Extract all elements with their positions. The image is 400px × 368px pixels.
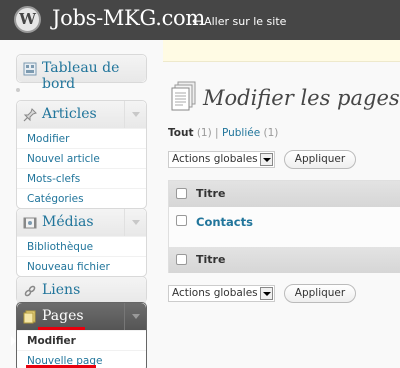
menu-liens-label: Liens: [42, 282, 81, 298]
admin-header: W Jobs-MKG.com ← Aller sur le site: [0, 0, 400, 40]
annotation-underline-pages: [38, 327, 85, 330]
dashboard-icon: [23, 62, 37, 76]
apply-button-top[interactable]: Appliquer: [284, 150, 356, 169]
bulk-actions-selected-value: Actions globales: [172, 153, 258, 165]
menu-articles-label: Articles: [42, 106, 97, 122]
apply-button-bottom[interactable]: Appliquer: [284, 284, 356, 303]
submenu-item-categories[interactable]: Catégories: [17, 188, 146, 208]
column-title-footer[interactable]: Titre: [196, 253, 225, 266]
select-all-checkbox-footer[interactable]: [176, 254, 187, 265]
bulk-actions-selected-value-bottom: Actions globales: [172, 287, 258, 299]
menu-dashboard-label: Tableau de bord: [42, 60, 120, 92]
table-header: Titre: [169, 181, 400, 207]
menu-pages: Pages Modifier Nouvelle page: [16, 302, 147, 368]
status-filters: Tout (1) | Publiée (1): [168, 127, 278, 139]
menu-articles: Articles Modifier Nouvel article Mots-cl…: [16, 100, 147, 209]
filter-all-link[interactable]: Tout: [168, 127, 193, 139]
site-title[interactable]: Jobs-MKG.com: [52, 6, 205, 30]
bulk-actions-bottom: Actions globales Appliquer: [168, 284, 400, 304]
submenu-item-modifier-articles[interactable]: Modifier: [17, 128, 146, 148]
admin-sidebar: Tableau de bord Articles Modifier Nouvel…: [0, 40, 163, 368]
menu-medias-toggle[interactable]: [124, 209, 146, 236]
menu-medias: Médias Bibliothèque Nouveau fichier: [16, 208, 147, 277]
main-content: Modifier les pages Tout (1) | Publiée (1…: [163, 62, 400, 368]
filter-separator: |: [215, 127, 219, 139]
menu-pages-head[interactable]: Pages: [17, 303, 146, 330]
select-all-checkbox[interactable]: [176, 188, 187, 199]
row-title-link[interactable]: Contacts: [196, 215, 253, 229]
wordpress-logo-icon[interactable]: W: [14, 6, 41, 33]
pages-icon: [23, 310, 36, 324]
menu-liens: Liens: [16, 276, 147, 304]
bulk-actions-top: Actions globales Appliquer: [168, 150, 400, 170]
left-arrow-icon: ←: [192, 14, 203, 28]
bulk-actions-select-bottom[interactable]: Actions globales: [168, 285, 275, 302]
submenu-item-mots-clefs[interactable]: Mots-clefs: [17, 168, 146, 188]
table-row: Contacts: [169, 207, 400, 247]
menu-dashboard-head[interactable]: Tableau de bord: [17, 55, 146, 92]
collapse-arrow-icon[interactable]: [16, 88, 20, 92]
current-page-marker: [11, 336, 16, 346]
menu-medias-label: Médias: [42, 214, 94, 230]
bulk-actions-select-top[interactable]: Actions globales: [168, 151, 275, 168]
pages-table: Titre Contacts Titre: [168, 180, 400, 273]
table-footer: Titre: [169, 247, 400, 273]
pin-icon: [23, 108, 37, 122]
visit-site-link[interactable]: ← Aller sur le site: [192, 14, 286, 28]
menu-liens-head[interactable]: Liens: [17, 277, 146, 304]
submenu-item-nouvel-article[interactable]: Nouvel article: [17, 148, 146, 168]
menu-medias-head[interactable]: Médias: [17, 209, 146, 236]
dropdown-arrow-icon[interactable]: [260, 287, 273, 300]
menu-dashboard[interactable]: Tableau de bord: [16, 54, 147, 92]
menu-articles-toggle[interactable]: [124, 101, 146, 128]
visit-site-label: Aller sur le site: [204, 15, 287, 28]
filter-published-link[interactable]: Publiée: [222, 127, 260, 139]
page-title: Modifier les pages: [203, 86, 400, 110]
page-stack-icon: [171, 81, 196, 111]
filter-all-count: (1): [196, 127, 212, 139]
dropdown-arrow-icon[interactable]: [260, 153, 273, 166]
menu-articles-head[interactable]: Articles: [17, 101, 146, 128]
link-icon: [24, 285, 36, 297]
notice-strip: [163, 40, 400, 62]
submenu-item-modifier-pages[interactable]: Modifier: [17, 330, 146, 350]
menu-pages-toggle[interactable]: [124, 303, 146, 330]
column-title-header[interactable]: Titre: [196, 187, 225, 200]
submenu-item-bibliotheque[interactable]: Bibliothèque: [17, 236, 146, 256]
submenu-item-nouveau-fichier[interactable]: Nouveau fichier: [17, 256, 146, 276]
media-icon: [23, 217, 37, 229]
menu-pages-label: Pages: [42, 308, 84, 324]
row-checkbox[interactable]: [176, 215, 187, 226]
filter-published-count: (1): [263, 127, 279, 139]
